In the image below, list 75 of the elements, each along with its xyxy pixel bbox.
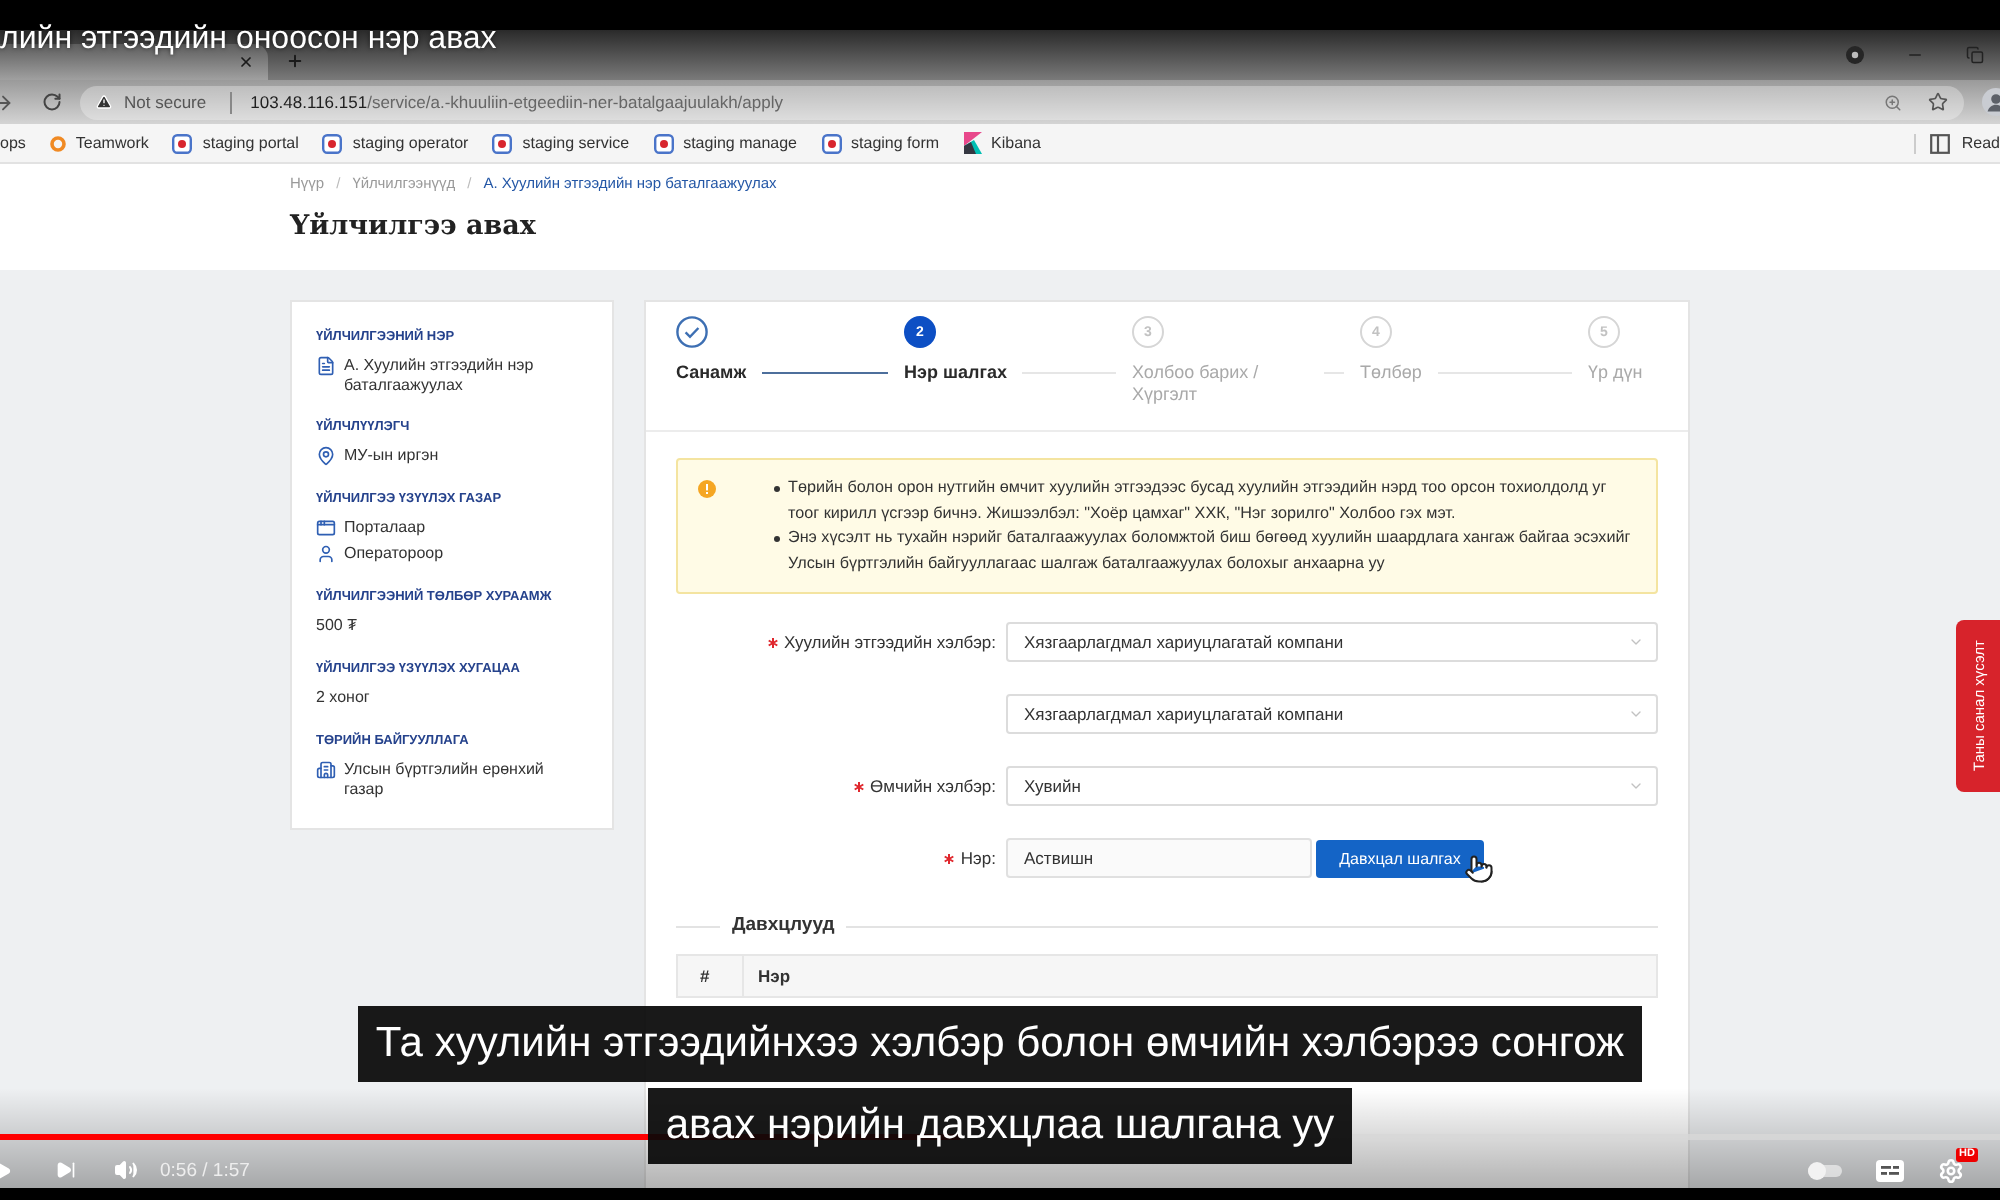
field-label: Өмчийн хэлбэр: bbox=[870, 776, 996, 796]
warning-icon bbox=[698, 480, 716, 498]
browser-window-icon bbox=[316, 518, 336, 538]
close-icon[interactable] bbox=[238, 54, 254, 70]
star-icon[interactable] bbox=[1928, 92, 1948, 112]
kibana-logo-icon bbox=[963, 132, 982, 154]
restore-icon[interactable] bbox=[1966, 46, 1984, 64]
address-field[interactable]: Not secure 103.48.116.151/service/a.-khuuliin-etgeediin-ner-batalgaajuulakh/apply bbox=[80, 85, 1964, 119]
field-label: Хуулийн этгээдийн хэлбэр: bbox=[783, 632, 996, 652]
step-label: Холбоо барих / Хүргэлт bbox=[1132, 362, 1261, 406]
select-field[interactable]: Хувийн bbox=[1006, 766, 1658, 806]
security-label: Not secure bbox=[124, 92, 207, 112]
circle-icon[interactable] bbox=[1846, 46, 1864, 64]
bullet-icon bbox=[774, 486, 780, 492]
bookmark[interactable]: staging portal bbox=[172, 133, 299, 153]
toggle-icon[interactable] bbox=[1808, 1161, 1842, 1179]
site-icon bbox=[653, 133, 674, 153]
site-icon bbox=[322, 133, 343, 153]
step-label: Нэр шалгах bbox=[904, 362, 1007, 384]
bullet-icon bbox=[774, 536, 780, 542]
bookmark[interactable]: staging operator bbox=[322, 133, 469, 153]
section-title: Давхцлууд bbox=[730, 914, 837, 938]
field-label: Нэр: bbox=[960, 848, 996, 868]
sidebar-panel-icon bbox=[1929, 133, 1950, 153]
site-icon bbox=[172, 133, 193, 153]
step-label: Үр дүн bbox=[1588, 362, 1643, 384]
time-display: 0:56 / 1:57 bbox=[160, 1159, 250, 1181]
building-icon bbox=[316, 760, 336, 780]
select-field[interactable]: Хязгаарлагдмал хариуцлагатай компани bbox=[1006, 694, 1658, 734]
step-label: Санамж bbox=[676, 362, 747, 384]
document-icon bbox=[316, 356, 336, 376]
captions-icon[interactable] bbox=[1876, 1159, 1904, 1181]
table-header-cell-text: Нэр bbox=[756, 964, 793, 990]
subtitle-caption: Та хуулийн этгээдийнхээ хэлбэр болон өмчийн хэлбэрээ сонгож bbox=[357, 1006, 1643, 1082]
site-icon bbox=[821, 133, 842, 153]
map-pin-icon bbox=[316, 446, 336, 466]
notice-text: Төрийн болон орон нутгийн өмчит хуулийн этгээдээс бусад хуулийн этгээдийн нэрд тоо орсон тохиолдолд уг тоог кирилл үсгээр бичнэ. Жишээлбэл: "Хоёр цамхаг" ХХК, "Нэг зорилго" Холбоо гэх мэт. bbox=[788, 476, 1609, 526]
info-value: Оператороор bbox=[344, 542, 444, 564]
bookmark[interactable]: staging form bbox=[821, 133, 940, 153]
chevron-down-icon bbox=[1628, 634, 1644, 650]
bookmark[interactable]: Teamwork bbox=[49, 134, 149, 152]
url-text: 103.48.116.151/service/a.-khuuliin-etgeediin-ner-batalgaajuulakh/apply bbox=[250, 92, 783, 112]
bookmark[interactable]: staging service bbox=[492, 133, 630, 153]
page-title: Үйлчилгээ авах bbox=[290, 210, 538, 244]
text-input[interactable]: Аствишн bbox=[1006, 838, 1312, 878]
step-label: Төлбөр bbox=[1360, 362, 1422, 384]
bookmark[interactable]: Kibana bbox=[963, 132, 1041, 154]
step-connector bbox=[762, 372, 888, 374]
info-value: А. Хуулийн этгээдийн нэр баталгаажуулах bbox=[344, 354, 536, 396]
info-value: 500 ₮ bbox=[316, 614, 357, 636]
info-value: 2 хоног bbox=[316, 686, 370, 708]
chevron-down-icon bbox=[1628, 706, 1644, 722]
reading-list-button[interactable]: Read bbox=[1913, 133, 2000, 153]
zoom-icon[interactable] bbox=[1884, 93, 1902, 111]
bookmark[interactable]: staging manage bbox=[653, 133, 798, 153]
subtitle-caption: авах нэрийн давхцлаа шалгана уу bbox=[647, 1088, 1353, 1164]
video-title: лийн этгээдийн оноосон нэр авах bbox=[0, 22, 497, 56]
info-value: Улсын бүртгэлийн ерөнхий газар bbox=[344, 758, 546, 800]
check-button[interactable]: Давхцал шалгах bbox=[1316, 839, 1484, 877]
settings-icon[interactable] bbox=[1938, 1157, 1964, 1183]
chevron-down-icon bbox=[1628, 778, 1644, 794]
person-icon bbox=[316, 544, 336, 564]
teamwork-icon bbox=[49, 135, 66, 151]
warning-icon bbox=[96, 94, 112, 110]
table-header-cell: # bbox=[678, 956, 744, 996]
site-icon bbox=[492, 133, 513, 153]
select-field[interactable]: Хязгаарлагдмал хариуцлагатай компани bbox=[1006, 622, 1658, 662]
info-value: МУ-ын иргэн bbox=[344, 444, 439, 466]
bookmark[interactable]: ops bbox=[0, 134, 26, 152]
info-value: Порталаар bbox=[344, 516, 426, 538]
volume-icon[interactable] bbox=[114, 1158, 138, 1182]
reload-icon[interactable] bbox=[42, 92, 62, 112]
notice-text: Энэ хүсэлт нь тухайн нэрийг баталгаажуулах боломжтой биш бөгөөд хуулийн шаардлага хангаж байгаа эсэхийг Улсын бүртгэлийн байгууллагаас шалгаж баталгаажуулах болохыг анхаарна уу bbox=[788, 526, 1633, 576]
hand-cursor-icon bbox=[1464, 854, 1494, 884]
plus-icon[interactable] bbox=[286, 52, 304, 70]
